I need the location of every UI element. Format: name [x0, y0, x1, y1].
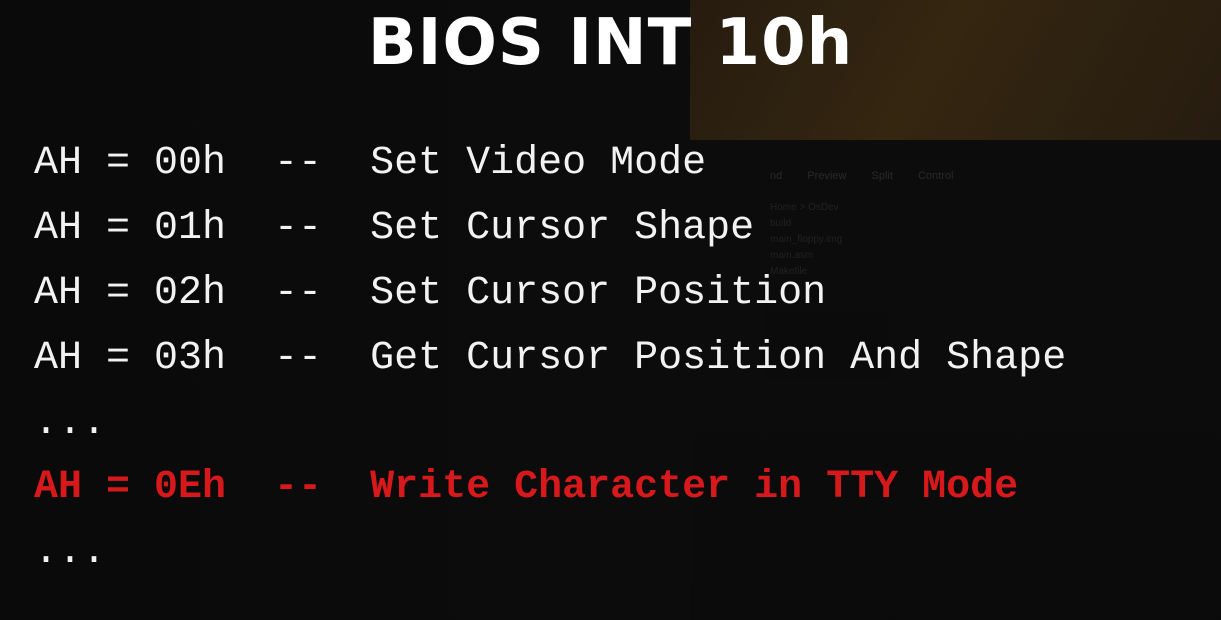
function-description: Set Video Mode: [370, 141, 707, 186]
function-description: Write Character in TTY Mode: [370, 465, 1019, 510]
slide: nd Preview Split Control Home > OsDev bu…: [0, 0, 1221, 620]
slide-title: BIOS INT 10h: [367, 6, 854, 80]
separator: --: [274, 206, 323, 251]
function-code: AH = 02h: [34, 271, 227, 316]
function-list: AH = 00h -- Set Video Mode AH = 01h -- S…: [34, 140, 1204, 593]
function-code: AH = 00h: [34, 141, 227, 186]
ellipsis: ...: [34, 401, 107, 446]
highlighted-function-line: AH = 0Eh -- Write Character in TTY Mode: [34, 464, 1204, 529]
function-description: Get Cursor Position And Shape: [370, 336, 1067, 381]
function-line: AH = 00h -- Set Video Mode: [34, 140, 1204, 205]
function-line: AH = 03h -- Get Cursor Position And Shap…: [34, 335, 1204, 400]
function-code: AH = 03h: [34, 336, 227, 381]
separator: --: [274, 336, 323, 381]
ellipsis: ...: [34, 530, 107, 575]
function-description: Set Cursor Shape: [370, 206, 755, 251]
separator: --: [274, 141, 323, 186]
function-code: AH = 01h: [34, 206, 227, 251]
function-code: AH = 0Eh: [34, 465, 227, 510]
function-line: AH = 02h -- Set Cursor Position: [34, 270, 1204, 335]
function-line: AH = 01h -- Set Cursor Shape: [34, 205, 1204, 270]
function-description: Set Cursor Position: [370, 271, 827, 316]
separator: --: [274, 465, 323, 510]
separator: --: [274, 271, 323, 316]
